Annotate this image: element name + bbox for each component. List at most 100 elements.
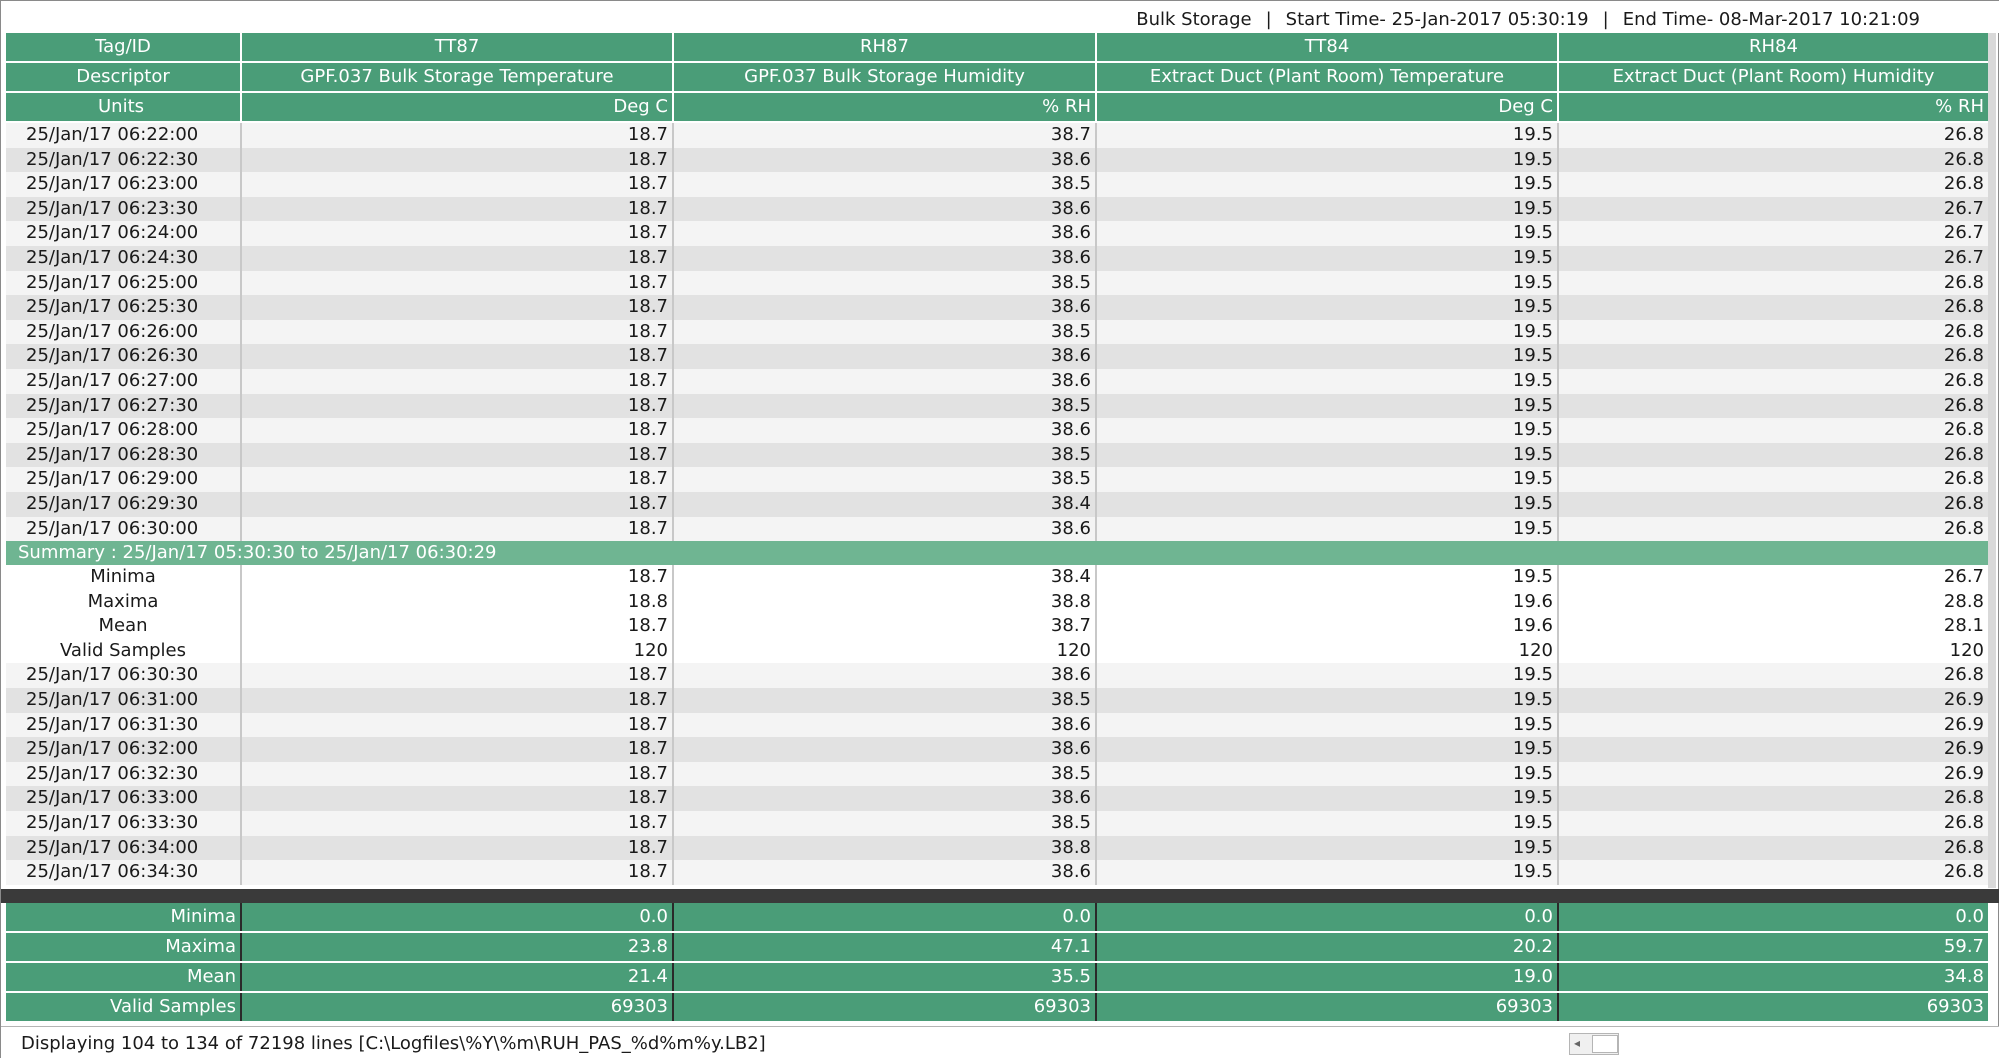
value-cell: 19.5 bbox=[1097, 221, 1559, 246]
descriptor-header-row: Descriptor GPF.037 Bulk Storage Temperat… bbox=[6, 63, 1988, 93]
column-descriptor: GPF.037 Bulk Storage Humidity bbox=[674, 63, 1097, 91]
start-time-label: Start Time- 25-Jan-2017 05:30:19 bbox=[1285, 9, 1589, 30]
table-row[interactable]: 25/Jan/17 06:26:00 18.7 38.5 19.5 26.8 bbox=[6, 319, 1988, 345]
table-row[interactable]: 25/Jan/17 06:26:30 18.7 38.6 19.5 26.8 bbox=[6, 344, 1988, 369]
timestamp-cell: 25/Jan/17 06:34:30 bbox=[6, 860, 242, 885]
column-tag[interactable]: RH84 bbox=[1559, 33, 1988, 61]
value-cell: 18.7 bbox=[242, 860, 674, 885]
value-cell: 18.7 bbox=[242, 368, 674, 394]
table-row[interactable]: 25/Jan/17 06:31:30 18.7 38.6 19.5 26.9 bbox=[6, 712, 1988, 738]
table-row[interactable]: 25/Jan/17 06:23:30 18.7 38.6 19.5 26.7 bbox=[6, 196, 1988, 222]
summary-row[interactable]: Mean 18.7 38.7 19.6 28.1 bbox=[6, 614, 1988, 639]
value-cell: 18.7 bbox=[242, 737, 674, 762]
stat-value-cell: 18.7 bbox=[242, 565, 674, 590]
stat-value-cell: 19.6 bbox=[1097, 589, 1559, 615]
value-cell: 38.6 bbox=[674, 147, 1097, 173]
report-header-bar: Bulk Storage | Start Time- 25-Jan-2017 05:… bbox=[1, 1, 1999, 33]
value-cell: 38.6 bbox=[674, 418, 1097, 443]
value-cell: 26.7 bbox=[1943, 197, 1984, 219]
table-row[interactable]: 25/Jan/17 06:30:00 18.7 38.6 19.5 26.8 bbox=[6, 516, 1988, 542]
table-row[interactable]: 25/Jan/17 06:34:00 18.7 38.8 19.5 26.8 bbox=[6, 835, 1988, 861]
stat-value-cell: 34.8 bbox=[1943, 966, 1984, 987]
value-cell: 18.7 bbox=[242, 295, 674, 320]
timestamp-cell: 25/Jan/17 06:28:00 bbox=[6, 418, 242, 443]
value-cell: 19.5 bbox=[1097, 270, 1559, 296]
table-row[interactable]: 25/Jan/17 06:32:00 18.7 38.6 19.5 26.9 bbox=[6, 737, 1988, 762]
summary-rows-block: Minima 18.7 38.4 19.5 26.7 Maxima 18.8 38.8 19.6… bbox=[6, 565, 1988, 664]
value-cell: 26.8 bbox=[1943, 861, 1984, 883]
tag-header-row: Tag/ID TT87 RH87 TT84 RH84 bbox=[6, 33, 1988, 63]
table-row[interactable]: 25/Jan/17 06:27:00 18.7 38.6 19.5 26.8 bbox=[6, 368, 1988, 394]
tag-row-label: Tag/ID bbox=[6, 33, 242, 61]
timestamp-cell: 25/Jan/17 06:26:30 bbox=[6, 344, 242, 369]
units-header-row: Units Deg C % RH Deg C % RH bbox=[6, 93, 1988, 123]
column-tag[interactable]: TT84 bbox=[1097, 33, 1559, 61]
table-row[interactable]: 25/Jan/17 06:22:30 18.7 38.6 19.5 26.8 bbox=[6, 147, 1988, 173]
stat-value-cell: 38.8 bbox=[674, 589, 1097, 615]
value-cell: 19.5 bbox=[1097, 786, 1559, 812]
timestamp-cell: 25/Jan/17 06:23:30 bbox=[6, 196, 242, 222]
scroll-thumb[interactable] bbox=[1592, 1035, 1618, 1053]
stat-value-cell: 28.8 bbox=[1943, 590, 1984, 612]
stat-value-cell: 18.8 bbox=[242, 589, 674, 615]
column-descriptor: Extract Duct (Plant Room) Temperature bbox=[1097, 63, 1559, 91]
stat-label-cell: Valid Samples bbox=[6, 993, 242, 1021]
value-cell: 26.8 bbox=[1943, 124, 1984, 145]
horizontal-scrollbar[interactable]: ◂ bbox=[1569, 1033, 1619, 1055]
grid-divider[interactable] bbox=[1, 889, 1999, 903]
value-cell: 18.7 bbox=[242, 147, 674, 173]
table-row[interactable]: 25/Jan/17 06:29:30 18.7 38.4 19.5 26.8 bbox=[6, 491, 1988, 517]
units-row-label: Units bbox=[6, 93, 242, 121]
table-row[interactable]: 25/Jan/17 06:34:30 18.7 38.6 19.5 26.8 bbox=[6, 860, 1988, 885]
value-cell: 19.5 bbox=[1097, 516, 1559, 542]
table-row[interactable]: 25/Jan/17 06:32:30 18.7 38.5 19.5 26.9 bbox=[6, 761, 1988, 787]
stat-value-cell: 120 bbox=[242, 638, 674, 664]
table-row[interactable]: 25/Jan/17 06:23:00 18.7 38.5 19.5 26.8 bbox=[6, 172, 1988, 197]
status-text: Displaying 104 to 134 of 72198 lines [C:… bbox=[21, 1033, 766, 1054]
value-cell: 19.5 bbox=[1097, 811, 1559, 836]
table-row[interactable]: 25/Jan/17 06:22:00 18.7 38.7 19.5 26.8 bbox=[6, 123, 1988, 148]
table-row[interactable]: 25/Jan/17 06:30:30 18.7 38.6 19.5 26.8 bbox=[6, 663, 1988, 689]
value-cell: 26.8 bbox=[1943, 148, 1984, 170]
stat-value-cell: 38.7 bbox=[674, 614, 1097, 639]
value-cell: 19.5 bbox=[1097, 491, 1559, 517]
summary-row[interactable]: Valid Samples 120 120 120 120 bbox=[6, 638, 1988, 664]
column-unit: % RH bbox=[1935, 96, 1984, 117]
table-row[interactable]: 25/Jan/17 06:25:30 18.7 38.6 19.5 26.8 bbox=[6, 295, 1988, 320]
table-row[interactable]: 25/Jan/17 06:28:30 18.7 38.5 19.5 26.8 bbox=[6, 442, 1988, 468]
stat-label-cell: Mean bbox=[6, 963, 242, 991]
timestamp-cell: 25/Jan/17 06:26:00 bbox=[6, 319, 242, 345]
timestamp-cell: 25/Jan/17 06:30:00 bbox=[6, 516, 242, 542]
value-cell: 38.5 bbox=[674, 172, 1097, 197]
table-row[interactable]: 25/Jan/17 06:27:30 18.7 38.5 19.5 26.8 bbox=[6, 393, 1988, 419]
column-tag[interactable]: RH87 bbox=[674, 33, 1097, 61]
table-row[interactable]: 25/Jan/17 06:33:30 18.7 38.5 19.5 26.8 bbox=[6, 811, 1988, 836]
value-cell: 19.5 bbox=[1097, 147, 1559, 173]
vertical-scrollbar[interactable] bbox=[1988, 33, 1996, 888]
summary-row[interactable]: Minima 18.7 38.4 19.5 26.7 bbox=[6, 565, 1988, 590]
table-row[interactable]: 25/Jan/17 06:28:00 18.7 38.6 19.5 26.8 bbox=[6, 418, 1988, 443]
value-cell: 38.6 bbox=[674, 344, 1097, 369]
value-cell: 18.7 bbox=[242, 811, 674, 836]
stat-value-cell: 69303 bbox=[674, 993, 1097, 1021]
totals-row[interactable]: Valid Samples 69303 69303 69303 69303 bbox=[6, 993, 1988, 1023]
value-cell: 38.5 bbox=[674, 811, 1097, 836]
table-row[interactable]: 25/Jan/17 06:24:00 18.7 38.6 19.5 26.7 bbox=[6, 221, 1988, 246]
totals-row[interactable]: Mean 21.4 35.5 19.0 34.8 bbox=[6, 963, 1988, 993]
value-cell: 18.7 bbox=[242, 418, 674, 443]
stat-value-cell: 28.1 bbox=[1943, 615, 1984, 637]
value-cell: 18.7 bbox=[242, 835, 674, 861]
table-row[interactable]: 25/Jan/17 06:33:00 18.7 38.6 19.5 26.8 bbox=[6, 786, 1988, 812]
value-cell: 26.8 bbox=[1943, 787, 1984, 809]
table-row[interactable]: 25/Jan/17 06:25:00 18.7 38.5 19.5 26.8 bbox=[6, 270, 1988, 296]
summary-row[interactable]: Maxima 18.8 38.8 19.6 28.8 bbox=[6, 589, 1988, 615]
value-cell: 18.7 bbox=[242, 688, 674, 713]
column-tag[interactable]: TT87 bbox=[242, 33, 674, 61]
table-row[interactable]: 25/Jan/17 06:29:00 18.7 38.5 19.5 26.8 bbox=[6, 467, 1988, 492]
totals-row[interactable]: Maxima 23.8 47.1 20.2 59.7 bbox=[6, 933, 1988, 963]
stat-label-cell: Minima bbox=[6, 903, 242, 931]
scroll-left-icon[interactable]: ◂ bbox=[1574, 1036, 1580, 1050]
table-row[interactable]: 25/Jan/17 06:31:00 18.7 38.5 19.5 26.9 bbox=[6, 688, 1988, 713]
totals-row[interactable]: Minima 0.0 0.0 0.0 0.0 bbox=[6, 903, 1988, 933]
table-row[interactable]: 25/Jan/17 06:24:30 18.7 38.6 19.5 26.7 bbox=[6, 245, 1988, 271]
